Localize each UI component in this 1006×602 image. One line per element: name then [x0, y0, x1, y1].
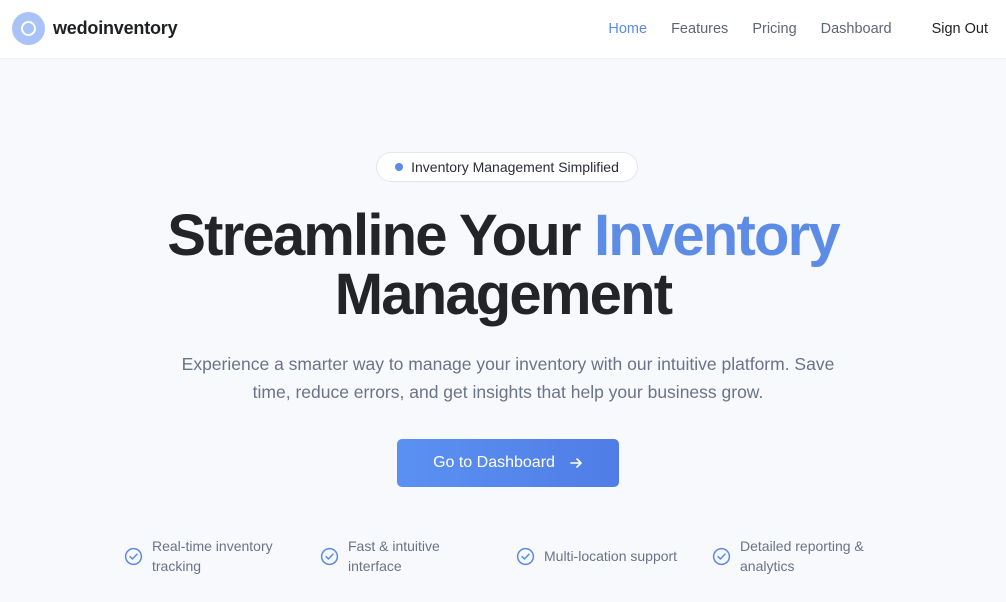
brand-name: wedoinventory — [53, 18, 178, 38]
main-nav: Home Features Pricing Dashboard Sign Out — [584, 19, 988, 39]
feature-item: Multi-location support — [516, 536, 696, 576]
go-to-dashboard-button[interactable]: Go to Dashboard — [397, 439, 619, 487]
brand-link[interactable]: wedoinventory — [12, 12, 178, 45]
nav-pricing[interactable]: Pricing — [752, 19, 796, 39]
feature-list: Real-time inventory tracking Fast & intu… — [124, 536, 904, 576]
top-navbar: wedoinventory Home Features Pricing Dash… — [0, 0, 1006, 59]
circle-logo-icon — [12, 12, 45, 45]
headline-part1: Streamline Your — [167, 203, 594, 268]
feature-item: Real-time inventory tracking — [124, 536, 304, 576]
check-circle-icon — [320, 547, 339, 565]
feature-label: Fast & intuitive interface — [348, 538, 440, 574]
check-circle-icon — [712, 547, 731, 565]
badge-text: Inventory Management Simplified — [411, 159, 619, 175]
feature-label: Detailed reporting & analytics — [740, 538, 864, 574]
hero-badge: Inventory Management Simplified — [376, 152, 638, 182]
sign-out-link[interactable]: Sign Out — [932, 19, 988, 39]
nav-home[interactable]: Home — [608, 19, 647, 39]
nav-dashboard[interactable]: Dashboard — [821, 19, 892, 39]
cta-label: Go to Dashboard — [433, 454, 555, 471]
check-circle-icon — [124, 547, 143, 565]
arrow-right-icon — [570, 458, 582, 468]
landing-page: wedoinventory Home Features Pricing Dash… — [0, 0, 1006, 602]
feature-item: Fast & intuitive interface — [320, 536, 500, 576]
feature-label: Multi-location support — [544, 548, 678, 564]
check-circle-icon — [516, 547, 535, 565]
headline-part2: Management — [334, 262, 673, 327]
badge-dot-icon — [395, 163, 404, 171]
hero-headline: Streamline Your Inventory Management — [0, 206, 1006, 324]
hero-subtitle: Experience a smarter way to manage your … — [181, 354, 835, 402]
nav-features[interactable]: Features — [671, 19, 728, 39]
headline-accent: Inventory — [593, 203, 841, 268]
feature-item: Detailed reporting & analytics — [712, 536, 892, 576]
feature-label: Real-time inventory tracking — [152, 538, 273, 574]
